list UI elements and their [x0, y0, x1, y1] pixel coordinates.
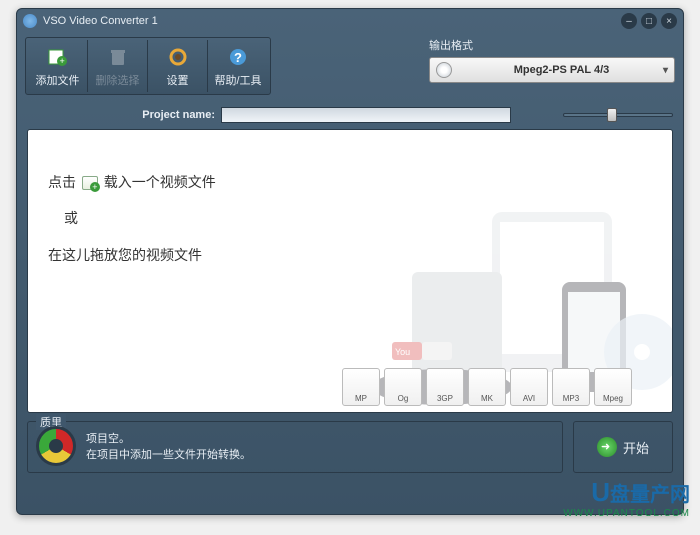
start-panel: 开始	[573, 421, 673, 473]
maximize-button[interactable]: □	[641, 13, 657, 29]
delete-label: 删除选择	[96, 72, 140, 88]
add-file-inline-icon	[82, 176, 98, 190]
watermark: U盘量产网 WWW.UPANTOOL.COM	[563, 477, 690, 519]
footer: 质里 项目空。 在项目中添加一些文件开始转换。 开始	[17, 413, 683, 481]
toolbar-left: + 添加文件 删除选择 设置 ? 帮助/工具	[25, 37, 271, 95]
delete-icon	[106, 45, 130, 69]
add-file-icon: +	[46, 45, 70, 69]
start-label: 开始	[623, 438, 649, 457]
hint-line-3: 在这儿拖放您的视频文件	[48, 237, 216, 273]
window-controls: – □ ×	[621, 13, 677, 29]
gear-icon	[166, 45, 190, 69]
slider-track	[563, 113, 673, 117]
format-icons-row: MP Og 3GP MK AVI MP3 Mpeg	[342, 368, 632, 406]
slider-thumb[interactable]	[607, 108, 617, 122]
svg-text:+: +	[59, 56, 64, 66]
settings-label: 设置	[167, 72, 189, 88]
project-name-label: Project name:	[27, 109, 215, 121]
quality-text: 项目空。 在项目中添加一些文件开始转换。	[86, 430, 251, 462]
project-row: Project name:	[17, 103, 683, 129]
format-badge: MP	[342, 368, 380, 406]
delete-selection-button: 删除选择	[88, 40, 148, 92]
toolbar: + 添加文件 删除选择 设置 ? 帮助/工具	[17, 33, 683, 103]
settings-button[interactable]: 设置	[148, 40, 208, 92]
help-tools-button[interactable]: ? 帮助/工具	[208, 40, 268, 92]
help-label: 帮助/工具	[214, 72, 261, 88]
chevron-down-icon: ▾	[663, 65, 668, 76]
quality-panel: 质里 项目空。 在项目中添加一些文件开始转换。	[27, 421, 563, 473]
add-file-button[interactable]: + 添加文件	[28, 40, 88, 92]
project-name-input[interactable]	[221, 107, 511, 123]
output-format-dropdown[interactable]: Mpeg2-PS PAL 4/3 ▾	[429, 57, 675, 83]
quality-hint: 在项目中添加一些文件开始转换。	[86, 446, 251, 462]
help-icon: ?	[226, 45, 250, 69]
quality-gauge-icon	[36, 426, 76, 466]
quality-content: 项目空。 在项目中添加一些文件开始转换。	[36, 426, 554, 466]
add-file-label: 添加文件	[36, 72, 80, 88]
watermark-text: U盘量产网	[563, 477, 690, 508]
app-title: VSO Video Converter 1	[43, 15, 621, 27]
watermark-url: WWW.UPANTOOL.COM	[563, 508, 690, 519]
dvd-icon	[436, 62, 452, 78]
svg-text:?: ?	[234, 50, 242, 65]
format-badge: Mpeg	[594, 368, 632, 406]
quality-status: 项目空。	[86, 430, 251, 446]
close-button[interactable]: ×	[661, 13, 677, 29]
drop-area[interactable]: You 点击 载入一个视频文件 或 在这儿拖放您的视频文件 MP Og 3GP …	[27, 129, 673, 413]
format-badge: MK	[468, 368, 506, 406]
hint-line-2: 或	[48, 200, 216, 236]
app-icon	[23, 14, 37, 28]
format-badge: AVI	[510, 368, 548, 406]
drop-hint: 点击 载入一个视频文件 或 在这儿拖放您的视频文件	[48, 164, 216, 273]
zoom-slider[interactable]	[563, 110, 673, 120]
output-format-panel: 输出格式 Mpeg2-PS PAL 4/3 ▾	[429, 37, 675, 95]
format-badge: 3GP	[426, 368, 464, 406]
svg-text:You: You	[395, 347, 410, 357]
titlebar: VSO Video Converter 1 – □ ×	[17, 9, 683, 33]
output-format-label: 输出格式	[429, 37, 675, 53]
app-window: VSO Video Converter 1 – □ × + 添加文件 删除选择	[16, 8, 684, 515]
start-icon	[597, 437, 617, 457]
format-badge: MP3	[552, 368, 590, 406]
output-format-value: Mpeg2-PS PAL 4/3	[460, 64, 663, 76]
start-button[interactable]: 开始	[587, 423, 659, 471]
format-badge: Og	[384, 368, 422, 406]
hint-line-1: 点击 载入一个视频文件	[48, 164, 216, 200]
minimize-button[interactable]: –	[621, 13, 637, 29]
